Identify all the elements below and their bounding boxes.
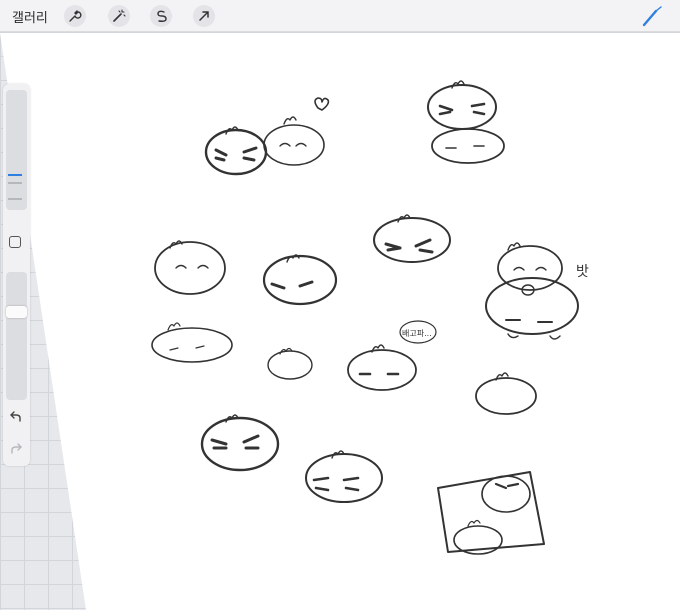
- transform-arrow-icon[interactable]: [193, 5, 215, 27]
- brush-icon[interactable]: [640, 5, 664, 29]
- selection-icon[interactable]: [150, 5, 172, 27]
- brush-size-slider[interactable]: [6, 90, 27, 210]
- bubble-text: 배고파...: [402, 329, 432, 338]
- wrench-icon[interactable]: [64, 5, 86, 27]
- size-tick: [8, 198, 22, 200]
- modifier-button[interactable]: [9, 236, 21, 248]
- top-toolbar: 갤러리: [0, 0, 680, 32]
- opacity-slider-thumb[interactable]: [6, 306, 27, 318]
- canvas-paper[interactable]: 밧 배고파...: [0, 0, 680, 610]
- redo-icon[interactable]: [9, 442, 23, 456]
- sigh-text: 밧: [576, 264, 589, 280]
- magic-wand-icon[interactable]: [108, 5, 130, 27]
- brush-size-indicator: [8, 174, 22, 176]
- size-tick: [8, 182, 22, 184]
- opacity-slider[interactable]: [6, 272, 27, 400]
- undo-icon[interactable]: [9, 410, 23, 424]
- gallery-button[interactable]: 갤러리: [12, 7, 48, 26]
- left-sidebar: [3, 84, 30, 466]
